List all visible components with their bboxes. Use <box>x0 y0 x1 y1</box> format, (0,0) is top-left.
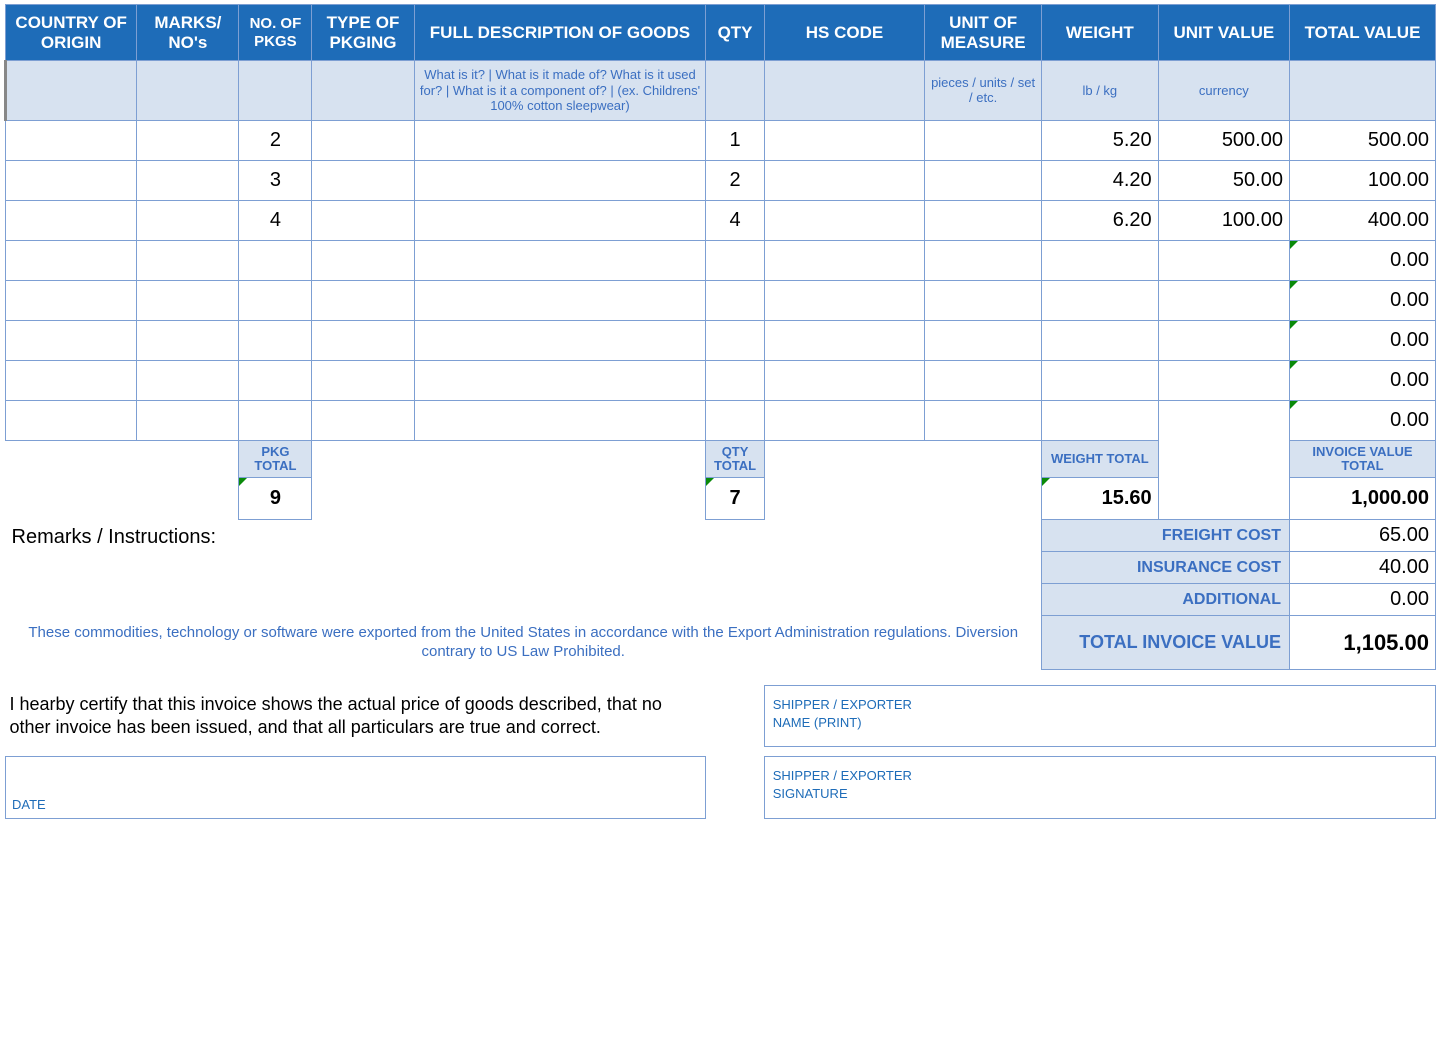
total-invoice-label: TOTAL INVOICE VALUE <box>1041 616 1289 670</box>
table-row: 4 4 6.20 100.00 400.00 <box>6 200 1436 240</box>
hint-desc: What is it? | What is it made of? What i… <box>414 61 706 121</box>
shipper-signature-box[interactable]: SHIPPER / EXPORTER SIGNATURE <box>764 756 1435 818</box>
qty-total: 7 <box>706 478 764 520</box>
col-hs: HS CODE <box>764 5 925 61</box>
col-unitval: UNIT VALUE <box>1158 5 1289 61</box>
hint-row: What is it? | What is it made of? What i… <box>6 61 1436 121</box>
cell-pkgs[interactable]: 2 <box>239 120 312 160</box>
weight-total-label: WEIGHT TOTAL <box>1041 440 1158 478</box>
col-pkging: TYPE OF PKGING <box>312 5 414 61</box>
table-row: 0.00 <box>6 360 1436 400</box>
table-row: 0.00 <box>6 240 1436 280</box>
freight-value[interactable]: 65.00 <box>1289 520 1435 552</box>
invoice-table: COUNTRY OF ORIGIN MARKS/ NO's NO. OF PKG… <box>4 4 1436 819</box>
col-weight: WEIGHT <box>1041 5 1158 61</box>
cell-totalval[interactable]: 500.00 <box>1289 120 1435 160</box>
table-row: 0.00 <box>6 320 1436 360</box>
col-marks: MARKS/ NO's <box>137 5 239 61</box>
table-row: 2 1 5.20 500.00 500.00 <box>6 120 1436 160</box>
weight-total: 15.60 <box>1041 478 1158 520</box>
total-invoice-value: 1,105.00 <box>1289 616 1435 670</box>
additional-value[interactable]: 0.00 <box>1289 584 1435 616</box>
freight-label: FREIGHT COST <box>1041 520 1289 552</box>
hint-unitval: currency <box>1158 61 1289 121</box>
invoice-total-label: INVOICE VALUE TOTAL <box>1289 440 1435 478</box>
export-notice: These commodities, technology or softwar… <box>6 616 1042 670</box>
pkg-total: 9 <box>239 478 312 520</box>
cell-weight[interactable]: 5.20 <box>1041 120 1158 160</box>
hint-weight: lb / kg <box>1041 61 1158 121</box>
col-qty: QTY <box>706 5 764 61</box>
col-desc: FULL DESCRIPTION OF GOODS <box>414 5 706 61</box>
table-row: 3 2 4.20 50.00 100.00 <box>6 160 1436 200</box>
cell-unitval[interactable]: 500.00 <box>1158 120 1289 160</box>
date-box[interactable]: DATE <box>6 756 706 818</box>
col-country: COUNTRY OF ORIGIN <box>6 5 137 61</box>
table-row: 0.00 <box>6 280 1436 320</box>
invoice-total: 1,000.00 <box>1289 478 1435 520</box>
col-uom: UNIT OF MEASURE <box>925 5 1042 61</box>
shipper-name-box[interactable]: SHIPPER / EXPORTER NAME (PRINT) <box>764 685 1435 746</box>
insurance-label: INSURANCE COST <box>1041 552 1289 584</box>
cell-qty[interactable]: 1 <box>706 120 764 160</box>
pkg-total-label: PKG TOTAL <box>239 440 312 478</box>
certification-text: I hearby certify that this invoice shows… <box>6 685 706 746</box>
additional-label: ADDITIONAL <box>1041 584 1289 616</box>
hint-uom: pieces / units / set / etc. <box>925 61 1042 121</box>
remarks-label: Remarks / Instructions: <box>6 520 1042 616</box>
qty-total-label: QTY TOTAL <box>706 440 764 478</box>
col-pkgs: NO. OF PKGS <box>239 5 312 61</box>
insurance-value[interactable]: 40.00 <box>1289 552 1435 584</box>
col-totalval: TOTAL VALUE <box>1289 5 1435 61</box>
table-row: 0.00 <box>6 400 1436 440</box>
header-row: COUNTRY OF ORIGIN MARKS/ NO's NO. OF PKG… <box>6 5 1436 61</box>
